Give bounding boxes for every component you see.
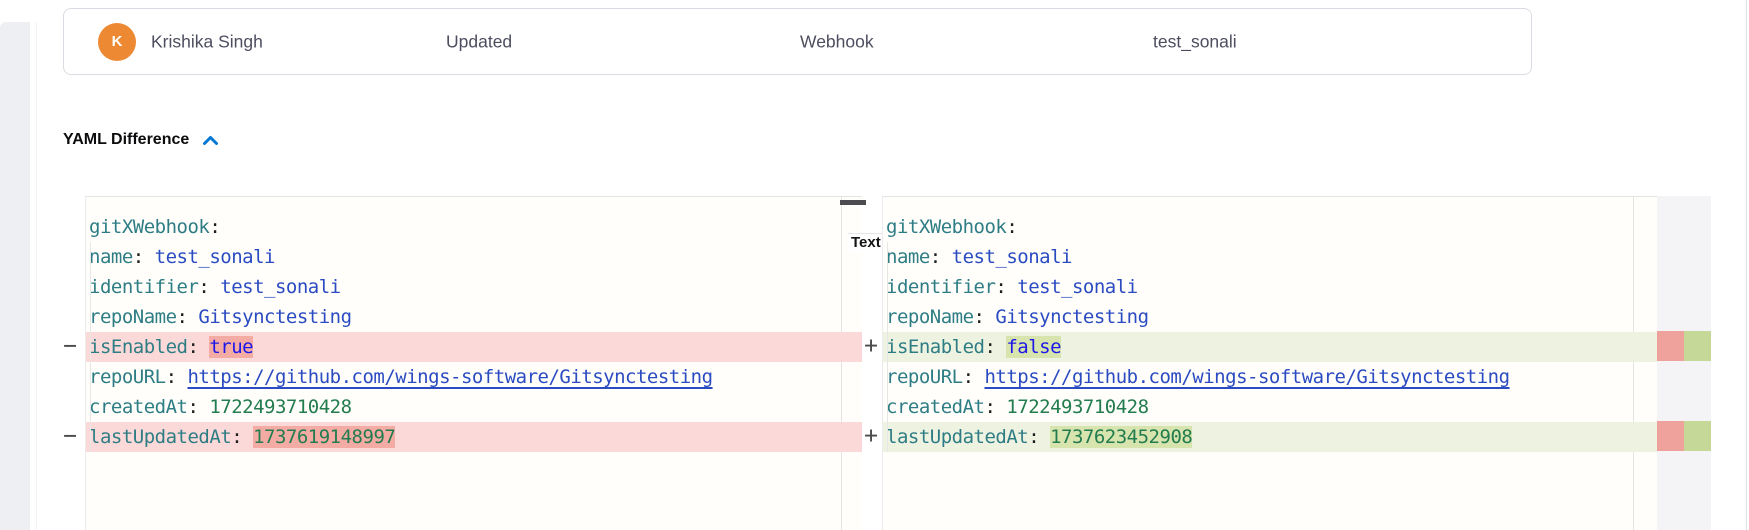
code-token-str: test_sonali <box>952 246 1072 268</box>
code-token-bool: true <box>209 336 253 358</box>
code-token-plain: : <box>133 246 155 268</box>
removed-line-marker: − <box>55 331 85 361</box>
added-line-marker: + <box>860 421 882 451</box>
code-token-plain: : <box>1006 216 1017 238</box>
code-token-str: test_sonali <box>220 276 340 298</box>
code-line: repoURL: https://github.com/wings-softwa… <box>883 362 1657 392</box>
code-token-key: identifier <box>886 276 995 298</box>
section-title: YAML Difference <box>63 131 189 149</box>
code-token-plain: : <box>984 396 1006 418</box>
chevron-up-icon[interactable] <box>202 135 219 146</box>
indent-guide <box>90 242 91 452</box>
code-token-num: 1737619148997 <box>253 426 395 448</box>
code-token-plain: : <box>231 426 253 448</box>
removed-line-marker: − <box>55 421 85 451</box>
audit-row-card[interactable]: K Krishika Singh Updated Webhook test_so… <box>63 8 1532 75</box>
added-line-marker: + <box>860 331 882 361</box>
audit-resource-name: test_sonali <box>1153 31 1237 52</box>
code-token-key: createdAt <box>89 396 187 418</box>
code-token-key: gitXWebhook <box>89 216 209 238</box>
ruler-mark-removed <box>1657 421 1684 451</box>
code-line: isEnabled: true <box>86 332 862 362</box>
code-token-plain: : <box>974 306 996 328</box>
code-token-plain: : <box>209 216 220 238</box>
yaml-editor-original[interactable]: gitXWebhook: name: test_sonali identifie… <box>85 196 862 530</box>
code-token-key: createdAt <box>886 396 984 418</box>
window-right-border <box>1746 0 1747 530</box>
code-token-plain: : <box>995 276 1017 298</box>
original-code: gitXWebhook: name: test_sonali identifie… <box>86 197 862 452</box>
code-token-plain: : <box>984 336 1006 358</box>
left-diff-gutter: −− <box>55 196 85 530</box>
code-line: repoURL: https://github.com/wings-softwa… <box>86 362 862 392</box>
code-line: lastUpdatedAt: 1737619148997 <box>86 422 862 452</box>
code-token-num: 1722493710428 <box>1006 396 1148 418</box>
code-token-url[interactable]: https://github.com/wings-software/Gitsyn… <box>187 366 712 388</box>
code-token-str: test_sonali <box>155 246 275 268</box>
indent-guide <box>887 242 888 452</box>
code-line: identifier: test_sonali <box>86 272 862 302</box>
code-token-str: test_sonali <box>1017 276 1137 298</box>
code-token-key: repoURL <box>886 366 963 388</box>
code-line: gitXWebhook: <box>86 212 862 242</box>
code-token-key: lastUpdatedAt <box>89 426 231 448</box>
code-token-str: Gitsynctesting <box>995 306 1148 328</box>
code-token-plain: : <box>177 306 199 328</box>
code-token-key: repoURL <box>89 366 166 388</box>
code-token-key: gitXWebhook <box>886 216 1006 238</box>
code-token-plain: : <box>930 246 952 268</box>
avatar: K <box>98 23 136 61</box>
code-line: isEnabled: false <box>883 332 1657 362</box>
code-token-key: identifier <box>89 276 198 298</box>
ruler-mark-added <box>1684 421 1711 451</box>
ruler-mark-removed <box>1657 331 1684 361</box>
right-diff-gutter: ++ <box>860 196 882 530</box>
code-token-key: lastUpdatedAt <box>886 426 1028 448</box>
code-token-num: 1722493710428 <box>209 396 351 418</box>
code-line: lastUpdatedAt: 1737623452908 <box>883 422 1657 452</box>
code-token-plain: : <box>1028 426 1050 448</box>
code-token-key: name <box>89 246 133 268</box>
code-token-plain: : <box>198 276 220 298</box>
code-line: gitXWebhook: <box>883 212 1657 242</box>
yaml-editor-modified[interactable]: gitXWebhook: name: test_sonali identifie… <box>882 196 1657 530</box>
yaml-difference-header: YAML Difference <box>63 131 219 149</box>
code-line: name: test_sonali <box>86 242 862 272</box>
code-token-num: 1737623452908 <box>1050 426 1192 448</box>
yaml-diff-viewer: −− gitXWebhook: name: test_sonali identi… <box>0 196 1749 530</box>
audit-action: Updated <box>446 31 512 52</box>
audit-resource-type: Webhook <box>800 31 874 52</box>
code-token-plain: : <box>187 336 209 358</box>
code-line: identifier: test_sonali <box>883 272 1657 302</box>
code-token-key: repoName <box>886 306 974 328</box>
code-token-str: Gitsynctesting <box>198 306 351 328</box>
code-token-plain: : <box>166 366 188 388</box>
code-line: createdAt: 1722493710428 <box>883 392 1657 422</box>
code-token-bool: false <box>1006 336 1061 358</box>
code-token-plain: : <box>963 366 985 388</box>
code-token-url[interactable]: https://github.com/wings-software/Gitsyn… <box>984 366 1509 388</box>
ruler-mark-added <box>1684 331 1711 361</box>
code-line: createdAt: 1722493710428 <box>86 392 862 422</box>
audit-user-name: Krishika Singh <box>151 31 263 52</box>
code-line: repoName: Gitsynctesting <box>883 302 1657 332</box>
code-token-plain: : <box>187 396 209 418</box>
code-token-key: name <box>886 246 930 268</box>
code-token-key: repoName <box>89 306 177 328</box>
code-line: name: test_sonali <box>883 242 1657 272</box>
code-token-key: isEnabled <box>886 336 984 358</box>
modified-code: gitXWebhook: name: test_sonali identifie… <box>883 197 1657 452</box>
audit-yaml-diff-page: K Krishika Singh Updated Webhook test_so… <box>0 0 1749 530</box>
overview-ruler[interactable] <box>1657 196 1711 530</box>
code-token-key: isEnabled <box>89 336 187 358</box>
code-line: repoName: Gitsynctesting <box>86 302 862 332</box>
